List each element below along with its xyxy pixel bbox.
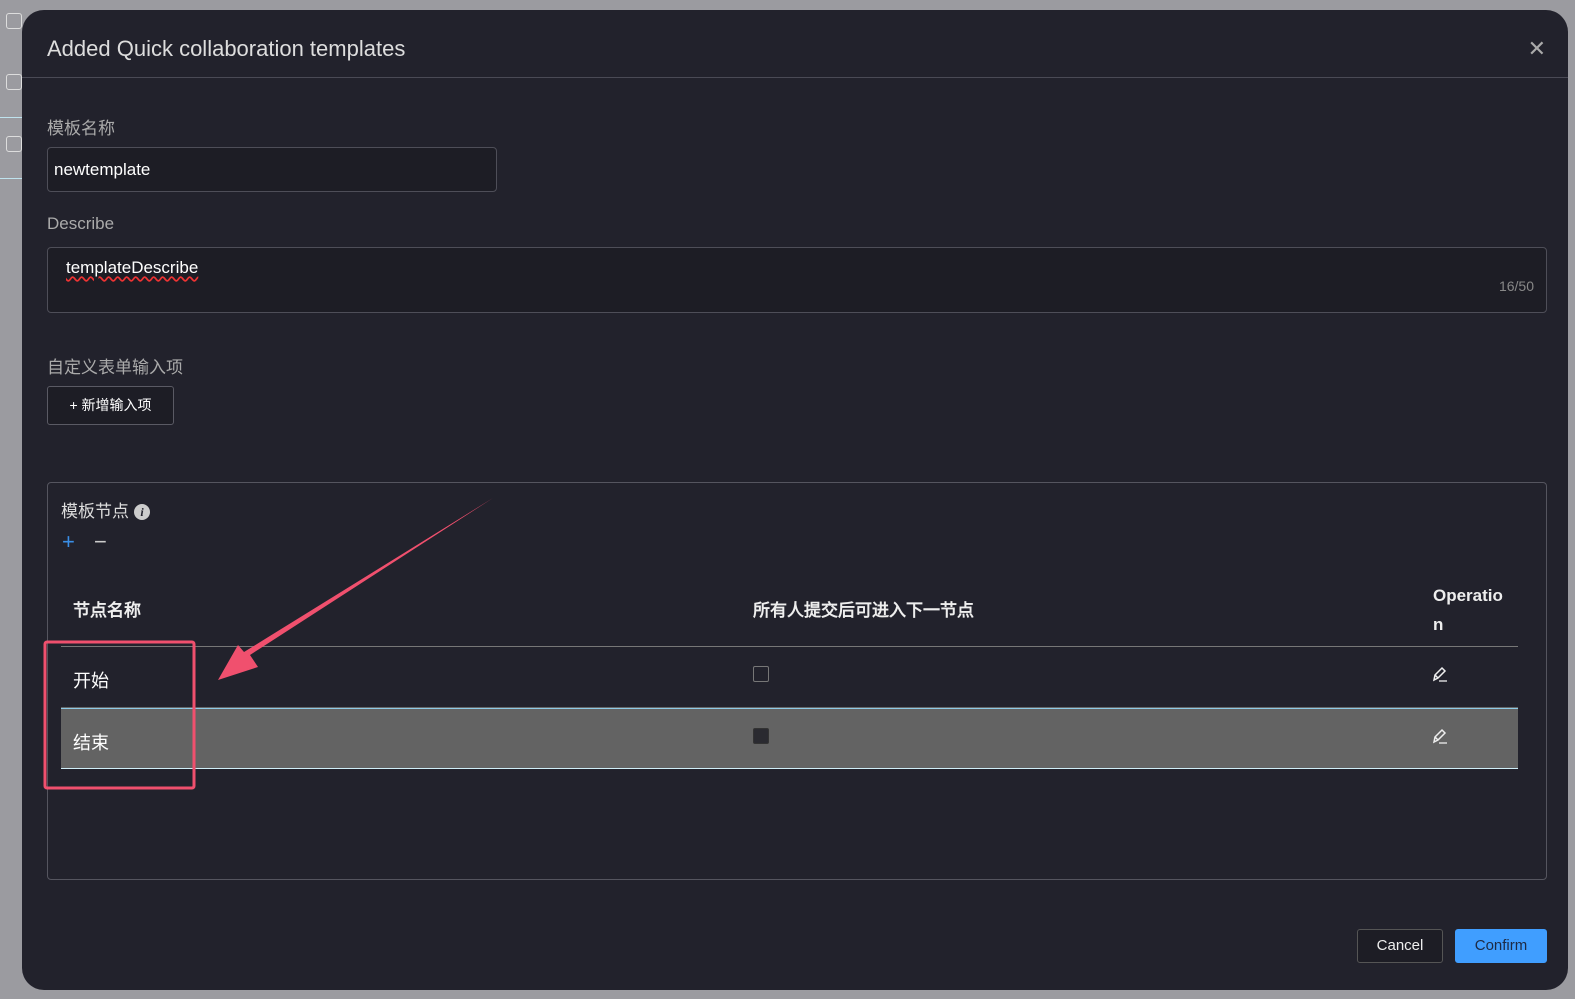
edit-icon[interactable]: [1431, 665, 1449, 685]
background-divider: [0, 178, 22, 179]
node-name: 开始: [73, 671, 109, 691]
col-operation: Operatio n: [1433, 586, 1503, 634]
edit-icon[interactable]: [1431, 727, 1449, 747]
submit-next-checkbox[interactable]: [753, 728, 769, 744]
dialog-header: Added Quick collaboration templates ✕: [22, 10, 1568, 78]
info-icon[interactable]: i: [134, 504, 150, 520]
template-nodes-panel: 模板节点 i + − 节点名称 所有人提交后可进入下一节点 Operatio n …: [47, 482, 1547, 880]
node-name: 结束: [73, 733, 109, 753]
name-label: 模板名称: [47, 119, 115, 138]
describe-value: templateDescribe: [66, 258, 199, 277]
custom-inputs-label: 自定义表单输入项: [47, 358, 183, 377]
describe-label: Describe: [47, 214, 115, 233]
col-node-name: 节点名称: [73, 601, 141, 620]
background-checkbox: [6, 136, 22, 152]
close-icon[interactable]: ✕: [1528, 36, 1546, 62]
confirm-button[interactable]: Confirm: [1455, 929, 1547, 963]
template-name-input[interactable]: [47, 147, 497, 192]
table-row-selected[interactable]: 结束: [61, 708, 1518, 769]
dialog-title: Added Quick collaboration templates: [47, 36, 406, 61]
describe-textarea[interactable]: templateDescribe 16/50: [47, 247, 1547, 313]
table-row[interactable]: 开始: [61, 647, 1518, 708]
dialog: Added Quick collaboration templates ✕ 模板…: [22, 10, 1568, 990]
add-input-button[interactable]: + 新增输入项: [47, 386, 174, 425]
cancel-button[interactable]: Cancel: [1357, 929, 1443, 963]
background-checkbox: [6, 74, 22, 90]
col-submit-next: 所有人提交后可进入下一节点: [753, 601, 974, 620]
minus-icon[interactable]: −: [94, 529, 107, 555]
nodes-title: 模板节点: [61, 502, 129, 521]
submit-next-checkbox[interactable]: [753, 666, 769, 682]
background-divider: [0, 117, 22, 118]
nodes-title-wrap: 模板节点 i: [61, 497, 150, 522]
background-checkbox: [6, 13, 22, 29]
char-count: 16/50: [1498, 278, 1534, 294]
plus-icon[interactable]: +: [62, 529, 75, 555]
